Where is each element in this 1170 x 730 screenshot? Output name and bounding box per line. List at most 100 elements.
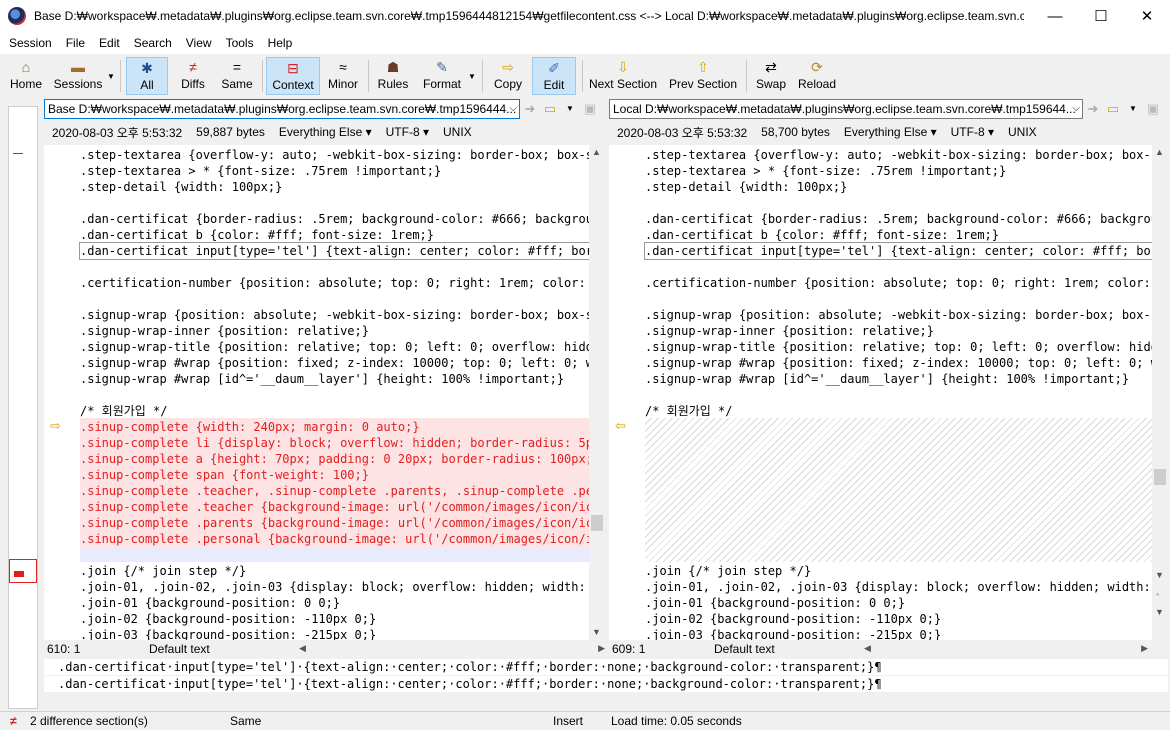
right-filter[interactable]: Everything Else ▾ <box>844 125 937 139</box>
code-line: .join-01, .join-02, .join-03 {display: b… <box>80 580 589 594</box>
right-diff-arrow-icon[interactable]: ⇦ <box>615 418 626 434</box>
right-folder-dropdown-icon[interactable]: ▼ <box>1123 99 1143 119</box>
copy-button[interactable]: ⇨ Copy <box>486 57 530 95</box>
right-cursor-position: 609: 1 <box>612 642 646 656</box>
code-line: .dan-certificat b {color: #fff; font-siz… <box>645 228 1000 242</box>
arrow-down-icon: ⇩ <box>617 59 629 75</box>
scroll-up-icon[interactable]: ▲ <box>1155 147 1164 157</box>
code-line-placeholder <box>645 531 1154 547</box>
left-vertical-scrollbar[interactable]: ▲ ▼ <box>589 145 605 640</box>
scroll-up-icon[interactable]: ▲ <box>592 147 601 157</box>
code-line: .signup-wrap #wrap {position: fixed; z-i… <box>80 356 589 370</box>
menu-session[interactable]: Session <box>2 32 59 54</box>
sync-icon[interactable]: ◦ <box>1156 589 1159 599</box>
left-cursor-position: 610: 1 <box>47 642 81 656</box>
code-line-placeholder <box>645 451 1154 467</box>
copy-arrow-icon: ⇨ <box>502 59 514 75</box>
code-line: .join-03 {background-position: -215px 0;… <box>645 628 942 640</box>
close-button[interactable]: ✕ <box>1124 0 1170 32</box>
right-text-pane[interactable]: ⇦ .step-textarea {overflow-y: auto; -web… <box>609 145 1154 640</box>
status-same: Same <box>230 714 262 728</box>
code-line: .dan-certificat input[type='tel'] {text-… <box>78 242 589 260</box>
left-open-folder-icon[interactable]: ▭ <box>540 99 560 119</box>
minor-button[interactable]: ≈ Minor <box>322 57 364 95</box>
all-button[interactable]: ✱ All <box>126 57 168 95</box>
reload-button[interactable]: ⟳ Reload <box>796 57 838 95</box>
right-path-combo[interactable]: Local D:₩workspace₩.metadata₩.plugins₩or… <box>609 99 1083 119</box>
left-save-icon[interactable]: ▣ <box>580 99 600 119</box>
right-open-folder-icon[interactable]: ▭ <box>1103 99 1123 119</box>
code-line: .join-01 {background-position: 0 0;} <box>80 596 341 610</box>
right-vertical-scrollbar[interactable]: ▲ ▼ ◦ ▼ <box>1152 145 1168 640</box>
sessions-button[interactable]: ▬ Sessions <box>52 57 104 95</box>
menu-file[interactable]: File <box>59 32 92 54</box>
same-button[interactable]: = Same <box>216 57 258 95</box>
code-line: .join-01 {background-position: 0 0;} <box>645 596 906 610</box>
code-line: .sinup-complete .teacher, .sinup-complet… <box>80 483 589 499</box>
menu-edit[interactable]: Edit <box>92 32 127 54</box>
menu-view[interactable]: View <box>179 32 219 54</box>
right-save-icon[interactable]: ▣ <box>1143 99 1163 119</box>
next-section-button[interactable]: ⇩ Next Section <box>586 57 660 95</box>
right-encoding[interactable]: UTF-8 ▾ <box>951 125 994 139</box>
minimize-button[interactable]: — <box>1032 0 1078 32</box>
code-line: .certification-number {position: absolut… <box>80 276 589 290</box>
rules-button[interactable]: ☗ Rules <box>372 57 414 95</box>
left-path-dropdown-icon[interactable]: ⌵ <box>509 100 517 118</box>
right-path-dropdown-icon[interactable]: ⌵ <box>1072 100 1080 118</box>
diff-count-icon: ≠ <box>10 714 17 728</box>
left-filter[interactable]: Everything Else ▾ <box>279 125 372 139</box>
menu-tools[interactable]: Tools <box>219 32 261 54</box>
code-line-gap <box>645 547 1154 563</box>
menu-search[interactable]: Search <box>127 32 179 54</box>
left-encoding[interactable]: UTF-8 ▾ <box>386 125 429 139</box>
scroll-down-icon-2[interactable]: ▼ <box>1155 607 1164 617</box>
approx-icon: ≈ <box>339 59 347 75</box>
code-line: .join {/* join step */} <box>80 564 247 578</box>
home-icon: ⌂ <box>21 59 31 75</box>
right-scroll-thumb[interactable] <box>1154 469 1166 485</box>
scroll-down-icon[interactable]: ▼ <box>1155 570 1164 580</box>
home-button[interactable]: ⌂ Home <box>6 57 46 95</box>
context-button[interactable]: ⊟ Context <box>266 57 320 95</box>
left-text-pane[interactable]: ⇨ .step-textarea {overflow-y: auto; -web… <box>44 145 589 640</box>
left-code: .step-textarea {overflow-y: auto; -webki… <box>78 147 589 640</box>
right-horizontal-scrollbar[interactable]: ◀ ▶ <box>861 641 1151 657</box>
swap-button[interactable]: ⇄ Swap <box>750 57 792 95</box>
left-line-end[interactable]: UNIX <box>443 125 472 139</box>
format-dropdown-icon[interactable]: ▼ <box>468 72 476 81</box>
code-line: .join {/* join step */} <box>645 564 812 578</box>
sessions-dropdown-icon[interactable]: ▼ <box>107 72 115 81</box>
left-next-arrow-icon[interactable]: ➜ <box>520 99 540 119</box>
edit-button[interactable]: ✐ Edit <box>532 57 576 95</box>
status-bar: ≠ 2 difference section(s) Same Insert Lo… <box>0 711 1170 730</box>
code-line: .join-03 {background-position: -215px 0;… <box>80 628 377 640</box>
scroll-down-icon[interactable]: ▼ <box>592 627 601 637</box>
left-size: 59,887 bytes <box>196 125 265 139</box>
code-line: /* 회원가입 */ <box>645 404 733 418</box>
diff-overview[interactable] <box>8 106 38 709</box>
code-line: /* 회원가입 */ <box>80 404 168 418</box>
window-title: Base D:₩workspace₩.metadata₩.plugins₩org… <box>34 9 1024 23</box>
right-line-end[interactable]: UNIX <box>1008 125 1037 139</box>
left-diff-arrow-icon[interactable]: ⇨ <box>50 418 61 434</box>
diffs-button[interactable]: ≠ Diffs <box>172 57 214 95</box>
pencil-icon: ✐ <box>548 60 560 76</box>
code-line: .sinup-complete {width: 240px; margin: 0… <box>80 419 589 435</box>
prev-section-button[interactable]: ⇧ Prev Section <box>666 57 740 95</box>
right-next-arrow-icon[interactable]: ➜ <box>1083 99 1103 119</box>
format-button[interactable]: ✎ Format <box>418 57 466 95</box>
left-path-combo[interactable]: Base D:₩workspace₩.metadata₩.plugins₩org… <box>44 99 520 119</box>
menu-help[interactable]: Help <box>261 32 300 54</box>
maximize-button[interactable]: ☐ <box>1078 0 1124 32</box>
overview-viewport[interactable] <box>9 559 37 583</box>
left-scroll-thumb[interactable] <box>591 515 603 531</box>
left-horizontal-scrollbar[interactable]: ◀ ▶ <box>296 641 608 657</box>
left-folder-dropdown-icon[interactable]: ▼ <box>560 99 580 119</box>
code-line: .sinup-complete span {font-weight: 100;} <box>80 467 589 483</box>
code-line: .join-01, .join-02, .join-03 {display: b… <box>645 580 1154 594</box>
briefcase-icon: ▬ <box>71 59 85 75</box>
code-line: .sinup-complete .personal {background-im… <box>80 531 589 547</box>
